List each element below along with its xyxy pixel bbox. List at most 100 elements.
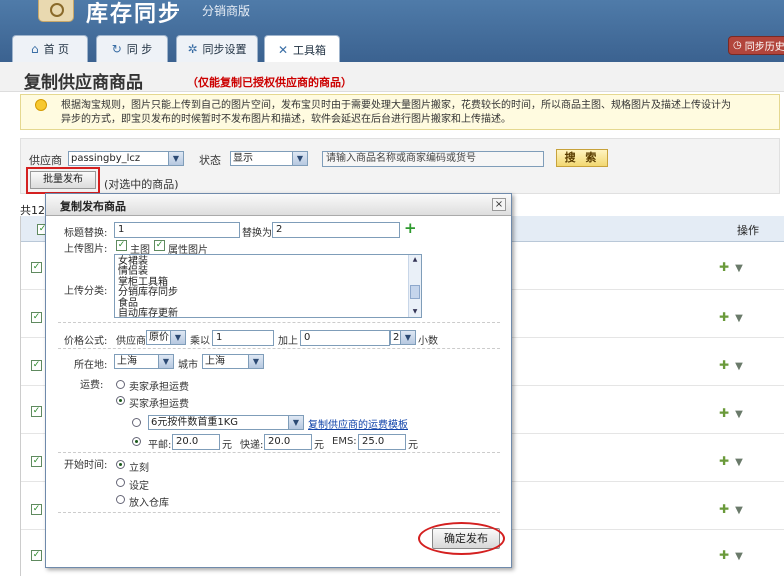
main-image-checkbox[interactable]: ✓ [116, 240, 127, 251]
row-checkbox[interactable]: ✓ [31, 262, 42, 273]
chevron-down-icon: ▼ [288, 416, 303, 429]
shipping-template-select[interactable]: 6元按件数首重1KG ▼ [148, 415, 304, 430]
search-input[interactable]: 请输入商品名称或商家编码或货号 [322, 151, 544, 167]
seller-pays-radio[interactable] [116, 380, 125, 389]
add-icon[interactable]: ✚ [719, 260, 729, 274]
tab-home[interactable]: ⌂ 首 页 [12, 35, 88, 62]
location-label: 所在地: [74, 360, 108, 371]
page-title: 复制供应商商品 [24, 73, 143, 93]
shipping-label: 运费: [80, 380, 104, 391]
row-checkbox[interactable]: ✓ [31, 550, 42, 561]
status-select[interactable]: 显示 ▼ [230, 151, 308, 166]
price-formula-label: 价格公式: [64, 336, 108, 347]
divider [58, 322, 500, 323]
start-set-radio[interactable] [116, 478, 125, 487]
tab-sync-settings[interactable]: ✲ 同步设置 [176, 35, 258, 62]
close-icon[interactable]: × [492, 198, 506, 211]
post-unit: 元 [222, 440, 232, 451]
ems-unit: 元 [408, 440, 418, 451]
add-icon[interactable]: ✚ [719, 406, 729, 420]
add-icon[interactable]: ✚ [719, 310, 729, 324]
divider [58, 452, 500, 453]
start-now-radio[interactable] [116, 460, 125, 469]
supplier-select[interactable]: passingby_lcz ▼ [68, 151, 184, 166]
start-warehouse-radio[interactable] [116, 495, 125, 504]
row-checkbox[interactable]: ✓ [31, 360, 42, 371]
post-input[interactable]: 20.0 [172, 434, 220, 450]
title-replace-from-input[interactable]: 1 [114, 222, 240, 238]
copy-publish-dialog: 复制发布商品 × 标题替换: 1 替换为 2 + 上传图片: ✓ 主图 ✓ 属性… [45, 193, 512, 568]
list-item[interactable]: 分销库存同步 [118, 287, 418, 298]
gear-icon: ✲ [187, 42, 198, 56]
upload-images-label: 上传图片: [64, 244, 108, 255]
start-time-label: 开始时间: [64, 460, 108, 471]
annotation-circle [26, 167, 100, 194]
chevron-down-icon: ▼ [170, 331, 185, 344]
scroll-up-icon[interactable]: ▲ [409, 255, 421, 265]
page-note: （仅能复制已授权供应商的商品） [187, 76, 352, 89]
start-set-label: 设定 [129, 481, 149, 492]
add-icon[interactable]: ✚ [719, 548, 729, 562]
supplier-label: 供应商 [29, 154, 62, 167]
multiply-label: 乘以 [190, 336, 210, 347]
row-ops: ✚ ▼ [719, 406, 743, 420]
chevron-down-icon: ▼ [248, 355, 263, 368]
attr-image-checkbox[interactable]: ✓ [154, 240, 165, 251]
add-label: 加上 [278, 336, 298, 347]
row-ops: ✚ ▼ [719, 310, 743, 324]
filter-icon[interactable]: ▼ [735, 409, 743, 420]
add-icon[interactable]: ✚ [719, 502, 729, 516]
title-replace-label: 标题替换: [64, 228, 108, 239]
category-listbox[interactable]: 女裙装 情侣装 掌柜工具箱 分销库存同步 食品 自动库存更新 ▲ ▼ [114, 254, 422, 318]
price-basis-select[interactable]: 原价 ▼ [146, 330, 186, 345]
add-input[interactable]: 0 [300, 330, 390, 346]
notice-box: 根据淘宝规则，图片只能上传到自己的图片空间，发布宝贝时由于需要处理大量图片搬家，… [20, 94, 780, 130]
add-icon[interactable]: ✚ [719, 454, 729, 468]
decimals-select[interactable]: 2 ▼ [390, 330, 416, 345]
row-checkbox[interactable]: ✓ [31, 456, 42, 467]
sync-history-button[interactable]: ◷ 同步历史 [728, 36, 784, 55]
scroll-down-icon[interactable]: ▼ [409, 307, 421, 317]
annotation-circle [418, 522, 505, 555]
province-select[interactable]: 上海 ▼ [114, 354, 174, 369]
app-title: 库存同步 [86, 2, 183, 27]
filter-icon[interactable]: ▼ [735, 313, 743, 324]
search-button[interactable]: 搜 索 [556, 149, 608, 167]
ems-input[interactable]: 25.0 [358, 434, 406, 450]
row-ops: ✚ ▼ [719, 502, 743, 516]
replace-with-label: 替换为 [242, 228, 272, 239]
scroll-thumb[interactable] [410, 285, 420, 299]
filter-icon[interactable]: ▼ [735, 361, 743, 372]
express-label: 快递: [240, 440, 264, 451]
row-checkbox[interactable]: ✓ [31, 406, 42, 417]
list-item[interactable]: 自动库存更新 [118, 308, 418, 317]
copy-template-link[interactable]: 复制供应商的运费模板 [308, 416, 408, 431]
express-input[interactable]: 20.0 [264, 434, 312, 450]
filter-icon[interactable]: ▼ [735, 263, 743, 274]
add-icon[interactable]: ✚ [719, 358, 729, 372]
filter-icon[interactable]: ▼ [735, 457, 743, 468]
chevron-down-icon: ▼ [158, 355, 173, 368]
multiply-input[interactable]: 1 [212, 330, 274, 346]
template-radio[interactable] [132, 418, 141, 427]
city-select[interactable]: 上海 ▼ [202, 354, 264, 369]
app-subtitle: 分销商版 [202, 4, 251, 18]
home-icon: ⌂ [30, 42, 39, 56]
tab-toolbox[interactable]: ✕ 工具箱 [264, 35, 340, 63]
title-replace-to-input[interactable]: 2 [272, 222, 400, 238]
dialog-title: 复制发布商品 [60, 200, 126, 213]
filter-icon[interactable]: ▼ [735, 505, 743, 516]
app-logo [38, 0, 74, 22]
tab-sync[interactable]: ↻ 同 步 [96, 35, 168, 62]
row-checkbox[interactable]: ✓ [31, 504, 42, 515]
category-scrollbar[interactable]: ▲ ▼ [408, 255, 421, 317]
filter-icon[interactable]: ▼ [735, 551, 743, 562]
row-ops: ✚ ▼ [719, 260, 743, 274]
divider [58, 512, 500, 513]
add-rule-icon[interactable]: + [404, 221, 417, 236]
buyer-pays-radio[interactable] [116, 396, 125, 405]
row-checkbox[interactable]: ✓ [31, 312, 42, 323]
app-header: 库存同步 分销商版 ⌂ 首 页 ↻ 同 步 ✲ 同步设置 ✕ 工具箱 ◷ 同步历… [0, 0, 784, 63]
custom-rate-radio[interactable] [132, 437, 141, 446]
list-item[interactable]: 女裙装 [118, 256, 418, 267]
